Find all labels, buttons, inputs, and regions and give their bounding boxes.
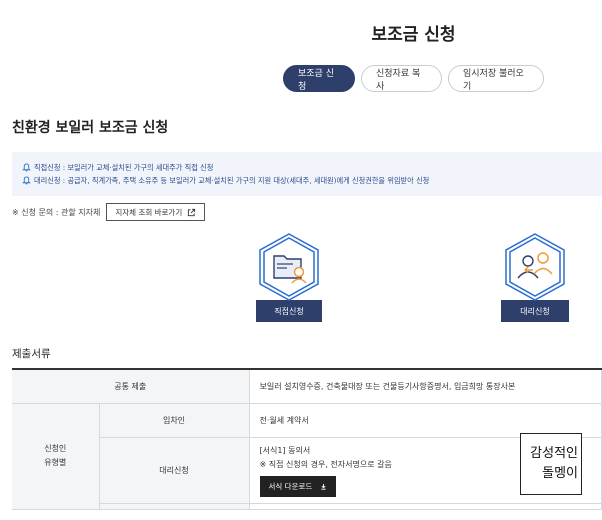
notice-box: 직접신청 : 보일러가 교체·설치된 가구의 세대주가 직접 신청 대리신청 :… <box>12 152 602 196</box>
next-row-header <box>99 503 250 510</box>
table-row <box>12 503 602 510</box>
table-row: 신청인 유형별 임차인 전·월세 계약서 <box>12 403 602 510</box>
next-row-value <box>249 503 602 510</box>
download-label: 서식 다운로드 <box>268 481 313 491</box>
tenant-header: 임차인 <box>99 403 250 438</box>
tab-copy-application[interactable]: 신청자료 복사 <box>361 65 442 92</box>
direct-apply-button[interactable]: 직접신청 <box>256 300 322 322</box>
section-title: 친환경 보일러 보조금 신청 <box>12 120 169 136</box>
applicant-type-line1: 신청인 <box>44 444 67 453</box>
form-download-button[interactable]: 서식 다운로드 <box>259 475 337 497</box>
proxy-header: 대리신청 <box>99 437 250 504</box>
notice-text-direct: 직접신청 : 보일러가 교체·설치된 가구의 세대주가 직접 신청 <box>34 162 214 172</box>
proxy-apply-button[interactable]: 대리신청 <box>501 300 569 322</box>
direct-apply-card: 직접신청 <box>256 232 322 322</box>
tenant-docs-value: 전·월세 계약서 <box>249 403 602 438</box>
watermark-stamp: 감성적인 돌멩이 <box>520 433 582 495</box>
local-gov-lookup-button[interactable]: 지자체 조회 바로가기 <box>106 203 206 221</box>
inquiry-row: ※ 신청 문의 : 관할 지자체 지자체 조회 바로가기 <box>12 203 206 221</box>
watermark-line1: 감성적인 <box>530 446 578 461</box>
page-title: 보조금 신청 <box>371 25 456 45</box>
inquiry-text: ※ 신청 문의 : 관할 지자체 <box>12 207 101 217</box>
docs-title: 제출서류 <box>12 348 51 360</box>
bell-icon <box>22 163 31 172</box>
notice-text-proxy: 대리신청 : 공급자, 직계가족, 주택 소유주 등 보일러가 교체·설치된 가… <box>34 175 430 185</box>
tab-subsidy-apply[interactable]: 보조금 신청 <box>283 65 355 92</box>
watermark-line2: 돌멩이 <box>542 466 578 481</box>
tab-bar: 보조금 신청 신청자료 복사 임시저장 불러오기 <box>283 65 544 92</box>
proxy-people-icon <box>505 233 565 301</box>
applicant-type-header: 신청인 유형별 <box>12 403 100 510</box>
notice-line-proxy: 대리신청 : 공급자, 직계가족, 주택 소유주 등 보일러가 교체·설치된 가… <box>22 174 592 187</box>
download-icon <box>321 483 326 490</box>
table-row: 공통 제출 보일러 설치영수증, 건축물대장 또는 건물등기사항증명서, 입금희… <box>12 368 602 404</box>
external-link-icon <box>188 208 196 216</box>
required-docs-table: 공통 제출 보일러 설치영수증, 건축물대장 또는 건물등기사항증명서, 입금희… <box>12 368 602 510</box>
notice-line-direct: 직접신청 : 보일러가 교체·설치된 가구의 세대주가 직접 신청 <box>22 161 592 174</box>
lookup-button-label: 지자체 조회 바로가기 <box>115 207 183 217</box>
tab-load-draft[interactable]: 임시저장 불러오기 <box>448 65 544 92</box>
applicant-type-line2: 유형별 <box>44 458 67 467</box>
proxy-apply-card: 대리신청 <box>501 232 569 322</box>
common-docs-value: 보일러 설치영수증, 건축물대장 또는 건물등기사항증명서, 입금희망 통장사본 <box>249 368 602 404</box>
table-row: 대리신청 [서식1] 동의서 ※ 직접 신청의 경우, 전자서명으로 갈음 서식… <box>12 437 602 504</box>
common-header: 공통 제출 <box>12 368 250 404</box>
folder-person-icon <box>259 233 319 301</box>
bell-icon <box>22 176 31 185</box>
